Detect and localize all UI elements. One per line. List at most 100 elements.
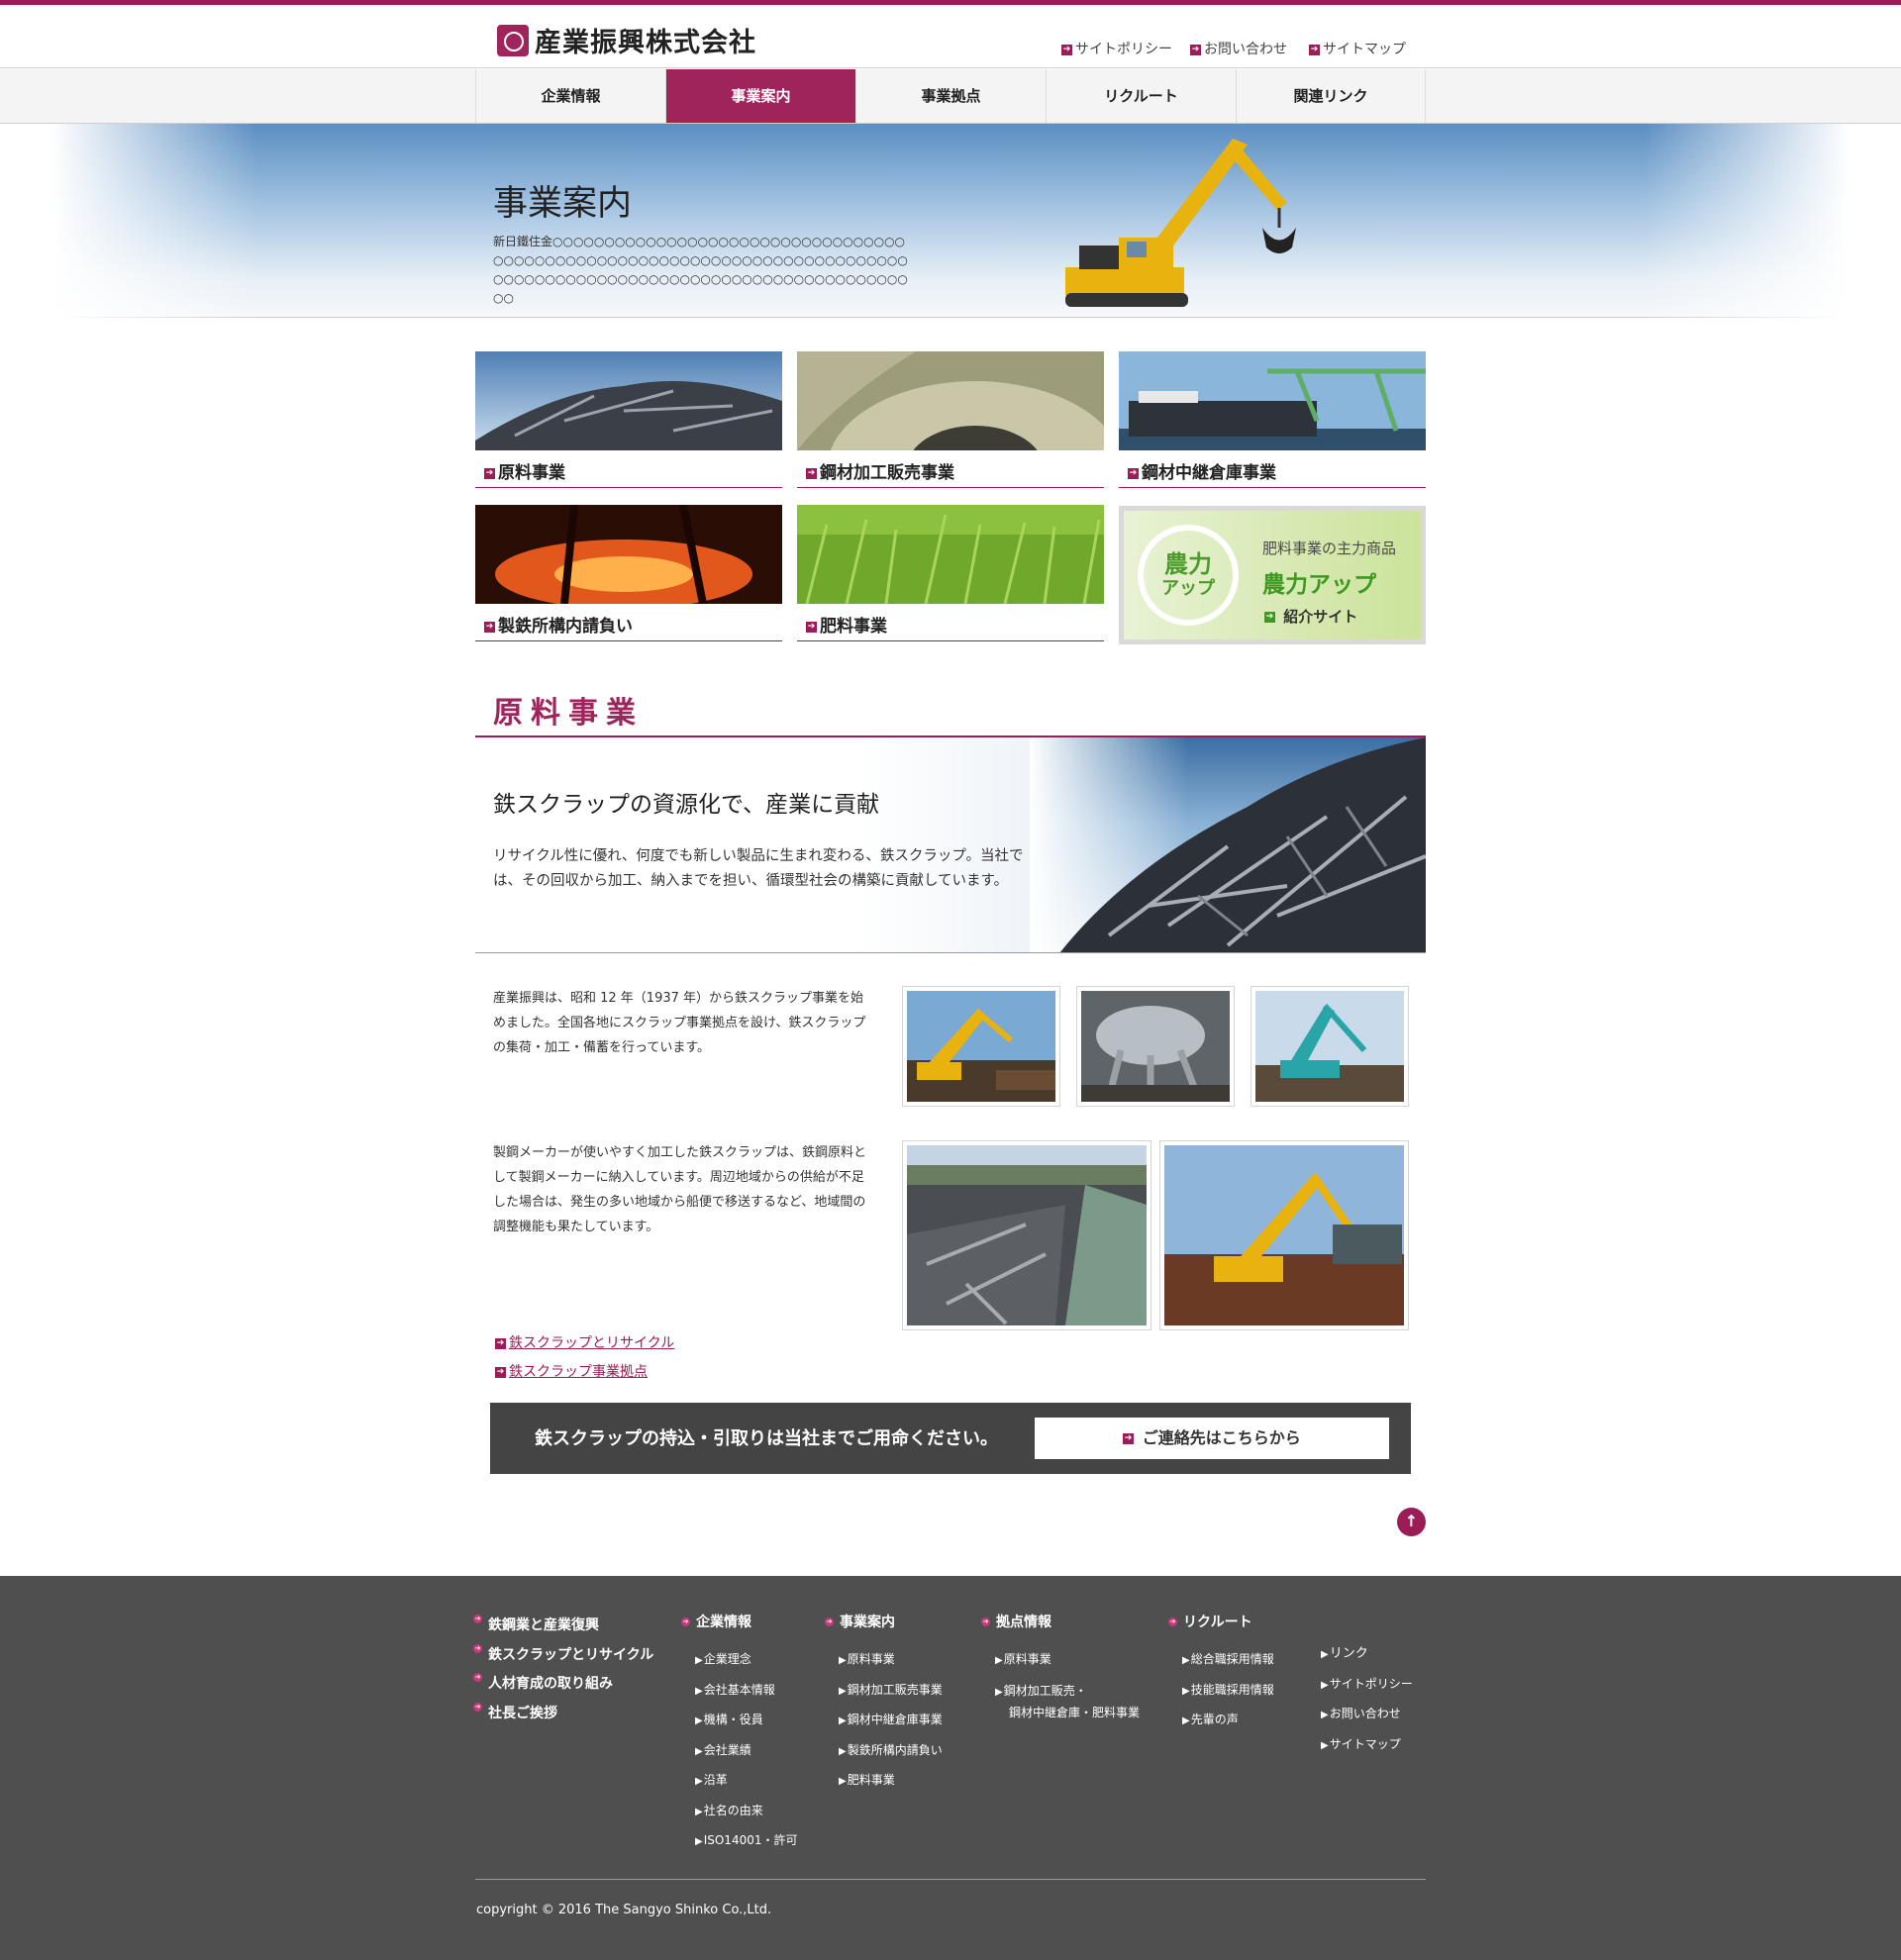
copyright: copyright © 2016 The Sangyo Shinko Co.,L… — [476, 1903, 772, 1917]
contact-button[interactable]: ➔ ご連絡先はこちらから — [1035, 1418, 1389, 1459]
footer-link[interactable]: 沿革 — [681, 1766, 797, 1797]
footer-link[interactable]: ➔ 鉄鋼業と産業復興 — [473, 1612, 653, 1641]
section-banner: 鉄スクラップの資源化で、産業に貢献 リサイクル性に優れ、何度でも新しい製品に生ま… — [475, 737, 1426, 953]
footer-link[interactable]: 会社基本情報 — [681, 1676, 797, 1707]
footer-link[interactable]: 鋼材中継倉庫事業 — [825, 1706, 943, 1736]
rice-field-photo — [797, 505, 1104, 605]
arrow-icon: ➔ — [806, 621, 817, 633]
section-title: 原料事業 — [493, 696, 644, 731]
footer-heading[interactable]: ➔ リクルート — [1168, 1612, 1274, 1631]
footer-link[interactable]: 原料事業 — [825, 1645, 943, 1676]
utility-links: ➔ サイトポリシー ➔ お問い合わせ ➔ サイトマップ — [1061, 39, 1406, 58]
site-logo[interactable]: 産業振興株式会社 — [497, 21, 756, 59]
footer-link[interactable]: 鋼材中継倉庫・肥料事業 — [981, 1703, 1140, 1722]
page-top-icon[interactable]: ↑ — [1397, 1508, 1426, 1536]
footer-col-recruit: ➔リクルート 総合職採用情報 技能職採用情報 先輩の声 — [1168, 1612, 1274, 1736]
logo-text: 産業振興株式会社 — [535, 28, 756, 58]
promo-site-link[interactable]: ➔ 紹介サイト — [1264, 606, 1357, 627]
scrap-photo — [475, 351, 782, 450]
sitemap-link[interactable]: ➔ サイトマップ — [1309, 39, 1406, 58]
site-policy-link[interactable]: ➔ サイトポリシー — [1061, 39, 1172, 58]
footer-heading[interactable]: ➔ 事業案内 — [825, 1612, 943, 1631]
site-header: 産業振興株式会社 ➔ サイトポリシー ➔ お問い合わせ ➔ サイトマップ — [0, 5, 1901, 68]
arrow-icon: ➔ — [1061, 44, 1072, 55]
photo-grapple — [1076, 986, 1235, 1107]
footer-link[interactable]: サイトポリシー — [1307, 1670, 1413, 1701]
arrow-icon: ➔ — [473, 1702, 482, 1712]
arrow-icon: ➔ — [1128, 467, 1139, 479]
logo-mark-icon — [497, 24, 529, 56]
arrow-icon: ➔ — [1264, 612, 1275, 623]
steelworks-photo — [475, 504, 782, 609]
cta-text: 鉄スクラップの持込・引取りは当社までご用命ください。 — [535, 1428, 998, 1449]
arrow-icon: ➔ — [1123, 1433, 1135, 1444]
nav-company[interactable]: 企業情報 — [475, 69, 665, 123]
paragraph-supply: 製鋼メーカーが使いやすく加工した鉄スクラップは、鉄鋼原料として製鋼メーカーに納入… — [493, 1145, 867, 1234]
card-fertilizer[interactable]: ➔ 肥料事業 — [797, 505, 1104, 643]
arrow-icon: ➔ — [806, 467, 817, 479]
footer-link[interactable]: ISO14001・許可 — [681, 1826, 798, 1857]
footer-link[interactable]: お問い合わせ — [1307, 1700, 1413, 1730]
footer-col-misc: リンク サイトポリシー お問い合わせ サイトマップ — [1307, 1639, 1413, 1760]
footer-link[interactable]: 企業理念 — [681, 1645, 797, 1676]
arrow-icon: ➔ — [473, 1673, 482, 1683]
footer-link[interactable]: 機構・役員 — [681, 1706, 797, 1736]
footer-link[interactable]: ➔ 鉄スクラップとリサイクル — [473, 1641, 653, 1671]
footer-link[interactable]: 社名の由来 — [681, 1797, 797, 1827]
contact-link[interactable]: ➔ お問い合わせ — [1190, 39, 1287, 58]
nav-recruit[interactable]: リクルート — [1046, 69, 1236, 123]
footer-link[interactable]: 原料事業 — [981, 1645, 1140, 1676]
footer-link[interactable]: 製鉄所構内請負い — [825, 1736, 943, 1767]
arrow-icon: ➔ — [484, 621, 495, 633]
footer-col-company: ➔企業情報 企業理念 会社基本情報 機構・役員 会社業績 沿革 社名の由来 IS… — [681, 1612, 797, 1857]
footer-col-business: ➔事業案内 原料事業 鋼材加工販売事業 鋼材中継倉庫事業 製鉄所構内請負い 肥料… — [825, 1612, 943, 1797]
footer-link[interactable]: 総合職採用情報 — [1168, 1645, 1274, 1676]
card-raw-material[interactable]: ➔ 原料事業 — [475, 351, 782, 490]
footer-link[interactable]: 肥料事業 — [825, 1766, 943, 1797]
photo-excavator-1 — [902, 986, 1060, 1107]
paragraph-history: 産業振興は、昭和 12 年（1937 年）から鉄スクラップ事業を始めました。全国… — [493, 991, 866, 1055]
photo-barge — [902, 1140, 1151, 1330]
global-nav: 企業情報 事業案内 事業拠点 リクルート 関連リンク — [0, 69, 1901, 124]
footer-link[interactable]: 先輩の声 — [1168, 1706, 1274, 1736]
arrow-icon: ➔ — [825, 1617, 834, 1626]
footer-link[interactable]: ➔ 人材育成の取り組み — [473, 1670, 653, 1700]
promo-title: 農力アップ — [1262, 572, 1376, 598]
footer-col-topics: ➔ 鉄鋼業と産業復興 ➔ 鉄スクラップとリサイクル ➔ 人材育成の取り組み ➔ 社長ご挨… — [473, 1612, 653, 1728]
footer-link[interactable]: 会社業績 — [681, 1736, 797, 1767]
link-scrap-locations[interactable]: ➔ 鉄スクラップ事業拠点 — [495, 1361, 648, 1381]
footer-link[interactable]: サイトマップ — [1307, 1730, 1413, 1761]
footer-link[interactable]: 鋼材加工販売・ — [981, 1676, 1140, 1703]
arrow-icon: ➔ — [473, 1615, 482, 1624]
card-label: 原料事業 — [498, 463, 565, 483]
banner-text: リサイクル性に優れ、何度でも新しい製品に生まれ変わる、鉄スクラップ。当社では、そ… — [493, 848, 1024, 889]
nav-links[interactable]: 関連リンク — [1236, 69, 1426, 123]
scrap-heap-image — [1059, 737, 1426, 952]
footer-col-locations: ➔拠点情報 原料事業 鋼材加工販売・ 鋼材中継倉庫・肥料事業 — [981, 1612, 1140, 1722]
excavator-image — [1065, 139, 1296, 307]
arrow-icon: ➔ — [473, 1643, 482, 1653]
promo-subtitle: 肥料事業の主力商品 — [1262, 539, 1397, 557]
contact-cta: 鉄スクラップの持込・引取りは当社までご用命ください。 ➔ ご連絡先はこちらから — [490, 1403, 1411, 1474]
hero-description: 新日鐵住金○○○○○○○○○○○○○○○○○○○○○○○○○○○○○○○○○○○… — [493, 235, 908, 305]
page-title: 事業案内 — [493, 184, 633, 224]
promo-noryoku-up[interactable]: 農力 アップ 肥料事業の主力商品 農力アップ ➔ 紹介サイト — [1119, 506, 1426, 644]
footer-link[interactable]: リンク — [1307, 1639, 1413, 1670]
footer-link[interactable]: ➔ 社長ご挨拶 — [473, 1700, 653, 1729]
footer-link[interactable]: 鋼材加工販売事業 — [825, 1676, 943, 1707]
link-scrap-recycle[interactable]: ➔ 鉄スクラップとリサイクル — [495, 1332, 674, 1352]
card-steel-warehouse[interactable]: ➔ 鋼材中継倉庫事業 — [1119, 351, 1426, 490]
footer-link[interactable]: 技能職採用情報 — [1168, 1676, 1274, 1707]
card-label: 製鉄所構内請負い — [498, 617, 633, 637]
arrow-icon: ➔ — [1309, 44, 1320, 55]
arrow-icon: ➔ — [484, 467, 495, 479]
footer-heading[interactable]: ➔ 拠点情報 — [981, 1612, 1140, 1631]
photo-loading — [1159, 1140, 1409, 1330]
card-steel-processing[interactable]: ➔ 鋼材加工販売事業 — [797, 351, 1124, 559]
card-steelworks-contract[interactable]: ➔ 製鉄所構内請負い — [475, 504, 782, 643]
nav-business[interactable]: 事業案内 — [665, 69, 855, 123]
promo-logo: 農力 アップ — [1138, 525, 1239, 626]
nav-locations[interactable]: 事業拠点 — [855, 69, 1046, 123]
arrow-icon: ➔ — [981, 1617, 990, 1626]
footer-heading[interactable]: ➔ 企業情報 — [681, 1612, 797, 1631]
